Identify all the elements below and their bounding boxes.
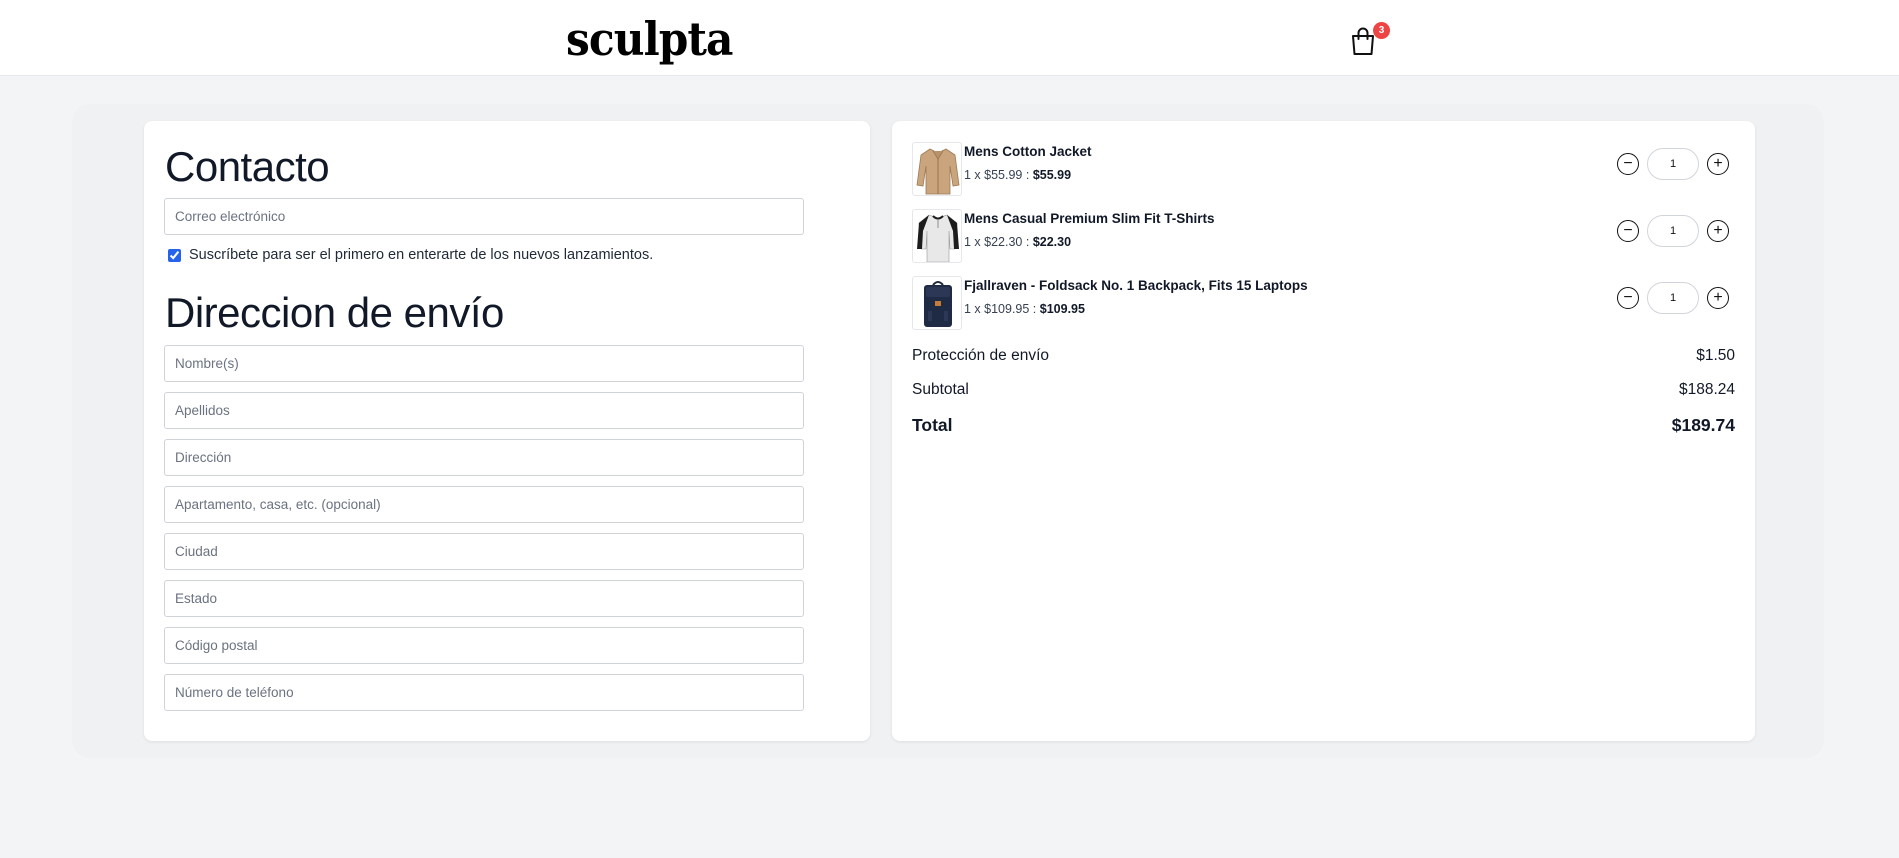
last-name-field[interactable] bbox=[164, 392, 804, 429]
total-label: Total bbox=[912, 415, 953, 435]
shipping-protection-row: Protección de envío $1.50 bbox=[912, 347, 1735, 365]
postal-code-field[interactable] bbox=[164, 627, 804, 664]
email-field[interactable] bbox=[164, 198, 804, 235]
tshirt-image bbox=[912, 209, 962, 263]
quantity-stepper: − + bbox=[1617, 215, 1729, 247]
minus-circle-icon[interactable]: − bbox=[1617, 220, 1639, 242]
minus-circle-icon[interactable]: − bbox=[1617, 153, 1639, 175]
plus-circle-icon[interactable]: + bbox=[1707, 220, 1729, 242]
state-field[interactable] bbox=[164, 580, 804, 617]
backpack-image bbox=[912, 276, 962, 330]
plus-circle-icon[interactable]: + bbox=[1707, 287, 1729, 309]
shipping-protection-value: $1.50 bbox=[1696, 347, 1735, 364]
shipping-title: Direccion de envío bbox=[165, 289, 504, 336]
minus-circle-icon[interactable]: − bbox=[1617, 287, 1639, 309]
total-row: Total $189.74 bbox=[912, 415, 1735, 436]
item-price: 1 x $22.30 : $22.30 bbox=[964, 235, 1071, 249]
item-total-price: $109.95 bbox=[1039, 302, 1085, 316]
quantity-input[interactable] bbox=[1647, 215, 1699, 247]
brand-logo[interactable]: sculpta bbox=[566, 14, 733, 64]
item-unit-price: 1 x $109.95 : bbox=[964, 302, 1037, 316]
subtotal-value: $188.24 bbox=[1678, 381, 1735, 398]
item-price: 1 x $109.95 : $109.95 bbox=[964, 302, 1085, 316]
plus-circle-icon[interactable]: + bbox=[1707, 153, 1729, 175]
subscribe-label: Suscríbete para ser el primero en entera… bbox=[189, 247, 654, 263]
cart-count-badge: 3 bbox=[1373, 22, 1390, 39]
subtotal-row: Subtotal $188.24 bbox=[912, 381, 1735, 399]
top-navbar: sculpta 3 bbox=[0, 0, 1899, 76]
item-name[interactable]: Fjallraven - Foldsack No. 1 Backpack, Fi… bbox=[964, 278, 1308, 293]
phone-field[interactable] bbox=[164, 674, 804, 711]
item-price: 1 x $55.99 : $55.99 bbox=[964, 168, 1071, 182]
item-total-price: $22.30 bbox=[1032, 235, 1072, 249]
cart-item: Fjallraven - Foldsack No. 1 Backpack, Fi… bbox=[912, 276, 1735, 332]
cart-button[interactable]: 3 bbox=[1350, 22, 1390, 58]
item-unit-price: 1 x $55.99 : bbox=[964, 168, 1030, 182]
contact-title: Contacto bbox=[165, 143, 330, 190]
subtotal-label: Subtotal bbox=[912, 381, 969, 398]
order-summary-panel: Mens Cotton Jacket 1 x $55.99 : $55.99 −… bbox=[892, 121, 1755, 741]
subscribe-row[interactable]: Suscríbete para ser el primero en entera… bbox=[168, 247, 653, 263]
cart-item: Mens Casual Premium Slim Fit T-Shirts 1 … bbox=[912, 209, 1735, 265]
quantity-stepper: − + bbox=[1617, 282, 1729, 314]
quantity-input[interactable] bbox=[1647, 282, 1699, 314]
item-unit-price: 1 x $22.30 : bbox=[964, 235, 1030, 249]
checkout-form-panel: Contacto Suscríbete para ser el primero … bbox=[144, 121, 870, 741]
quantity-stepper: − + bbox=[1617, 148, 1729, 180]
item-name[interactable]: Mens Cotton Jacket bbox=[964, 144, 1092, 159]
address-field[interactable] bbox=[164, 439, 804, 476]
item-name[interactable]: Mens Casual Premium Slim Fit T-Shirts bbox=[964, 211, 1215, 226]
jacket-image bbox=[912, 142, 962, 196]
quantity-input[interactable] bbox=[1647, 148, 1699, 180]
first-name-field[interactable] bbox=[164, 345, 804, 382]
subscribe-checkbox[interactable] bbox=[168, 248, 181, 262]
item-total-price: $55.99 bbox=[1032, 168, 1072, 182]
city-field[interactable] bbox=[164, 533, 804, 570]
cart-item: Mens Cotton Jacket 1 x $55.99 : $55.99 −… bbox=[912, 142, 1735, 198]
apartment-field[interactable] bbox=[164, 486, 804, 523]
shipping-protection-label: Protección de envío bbox=[912, 347, 1050, 364]
total-value: $189.74 bbox=[1671, 415, 1735, 435]
